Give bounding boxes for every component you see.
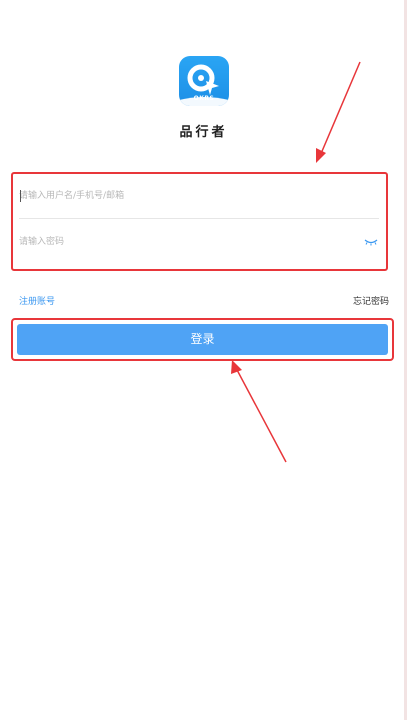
username-field[interactable] [19,174,379,218]
login-screen: OKRS 品行者 注册账号 忘记密码 登录 [0,0,407,720]
eye-closed-icon[interactable] [363,232,379,252]
arrow-to-login [231,360,287,463]
register-link[interactable]: 注册账号 [19,294,55,307]
login-button[interactable]: 登录 [17,324,388,355]
forgot-password-link[interactable]: 忘记密码 [353,294,389,307]
username-input[interactable] [19,174,359,218]
field-divider [19,218,379,219]
login-form [11,172,388,271]
app-logo: OKRS [179,56,229,106]
login-button-highlight: 登录 [11,318,394,361]
password-input[interactable] [19,220,359,264]
text-cursor [20,190,21,202]
arrow-to-form [316,61,361,163]
password-field[interactable] [19,220,379,264]
app-name: 品行者 [179,125,228,140]
logo-caption: OKRS [193,95,215,102]
